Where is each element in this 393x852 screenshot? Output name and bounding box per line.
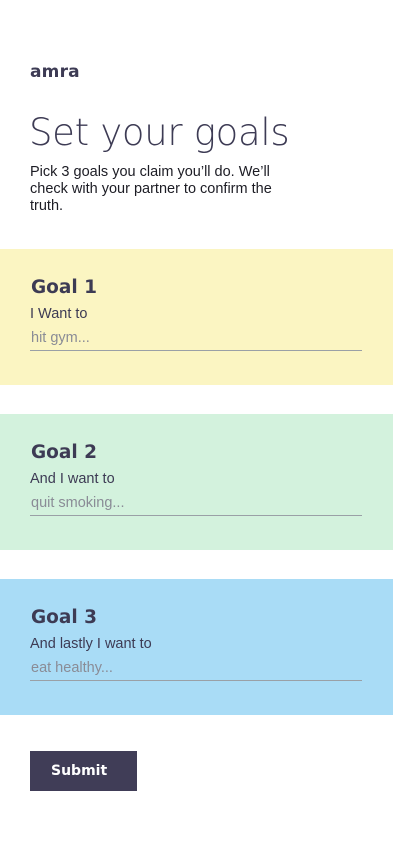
goal-1-input[interactable] bbox=[30, 329, 362, 351]
page-intro: Pick 3 goals you claim you’ll do. We’ll … bbox=[30, 164, 272, 214]
goal-card-3: Goal 3 And lastly I want to bbox=[0, 579, 393, 715]
goal-3-heading: Goal 3 bbox=[31, 607, 98, 628]
goal-2-heading: Goal 2 bbox=[31, 442, 98, 463]
goal-card-2: Goal 2 And I want to bbox=[0, 414, 393, 550]
goal-3-label: And lastly I want to bbox=[30, 636, 152, 652]
goal-card-1: Goal 1 I Want to bbox=[0, 249, 393, 385]
goal-2-input[interactable] bbox=[30, 494, 362, 516]
goal-3-input[interactable] bbox=[30, 659, 362, 681]
page-title: Set your goals bbox=[29, 111, 290, 154]
goal-1-heading: Goal 1 bbox=[31, 277, 98, 298]
submit-button[interactable]: Submit bbox=[30, 751, 137, 791]
goal-2-label: And I want to bbox=[30, 471, 115, 487]
goal-1-label: I Want to bbox=[30, 306, 88, 322]
app-brand: amra bbox=[30, 62, 80, 82]
